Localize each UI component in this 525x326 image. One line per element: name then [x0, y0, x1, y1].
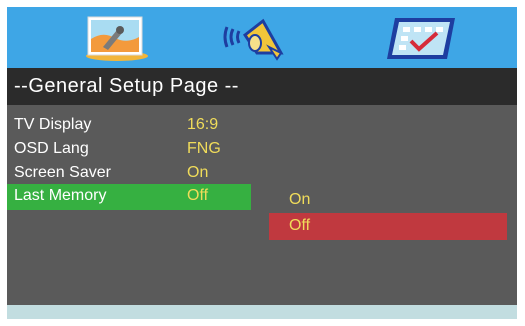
setup-tab-bar	[7, 7, 517, 68]
menu-item-value: On	[187, 164, 209, 181]
menu-item-osd-lang[interactable]: OSD Lang FNG	[7, 137, 251, 163]
general-setup-icon[interactable]	[79, 13, 153, 63]
menu-item-last-memory[interactable]: Last Memory Off	[7, 184, 251, 210]
menu-item-value: 16:9	[187, 116, 219, 133]
page-title: --General Setup Page --	[14, 75, 239, 97]
menu-item-label: TV Display	[14, 116, 92, 133]
option-label: Off	[289, 217, 311, 234]
audio-setup-icon[interactable]	[219, 13, 293, 63]
option-label: On	[289, 191, 311, 208]
menu-item-value: Off	[187, 187, 209, 204]
menu-item-value: FNG	[187, 140, 221, 157]
status-bar	[7, 305, 517, 319]
option-on[interactable]: On	[269, 187, 507, 214]
menu-item-label: Last Memory	[14, 187, 107, 204]
page-title-bar: --General Setup Page --	[7, 68, 517, 105]
menu-item-label: Screen Saver	[14, 164, 111, 181]
preference-setup-icon[interactable]	[383, 13, 457, 63]
option-off[interactable]: Off	[269, 213, 507, 240]
menu-item-label: OSD Lang	[14, 140, 89, 157]
menu-item-tv-display[interactable]: TV Display 16:9	[7, 113, 251, 139]
osd-screen: --General Setup Page -- TV Display 16:9 …	[7, 7, 517, 319]
